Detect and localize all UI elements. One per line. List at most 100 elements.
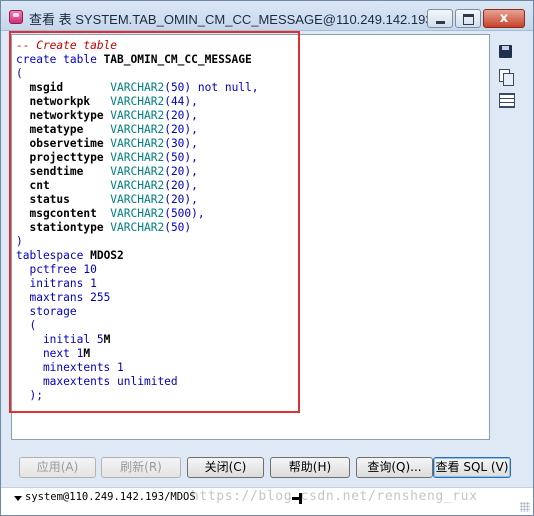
code-token: next (16, 347, 77, 360)
code-token: status (16, 193, 111, 206)
title-bar[interactable]: 查看 表 SYSTEM.TAB_OMIN_CM_CC_MESSAGE@110.2… (1, 1, 533, 31)
code-line: storage (16, 305, 259, 319)
close-icon: x (499, 11, 509, 26)
code-token: VARCHAR2 (110, 137, 165, 150)
table-view-icon (9, 10, 23, 24)
minimize-button[interactable] (427, 9, 453, 28)
code-token: ( (164, 81, 171, 94)
code-line: tablespace MDOS2 (16, 249, 259, 263)
code-token: VARCHAR2 (110, 81, 165, 94)
dropdown-arrow-icon[interactable] (14, 496, 22, 501)
code-token: VARCHAR2 (110, 95, 165, 108)
code-line: msgcontent VARCHAR2(500), (16, 207, 259, 221)
code-token: 50 (170, 81, 185, 94)
code-token: VARCHAR2 (110, 123, 165, 136)
code-token: ), (184, 193, 198, 206)
code-token: ( (164, 109, 171, 122)
code-token: ( (164, 221, 171, 234)
code-line: ) (16, 235, 259, 249)
code-token: VARCHAR2 (110, 193, 165, 206)
code-line: status VARCHAR2(20), (16, 193, 259, 207)
code-token: create table (16, 53, 104, 66)
copy-icon[interactable] (497, 67, 515, 86)
code-line: ( (16, 67, 259, 81)
code-token: projecttype (16, 151, 111, 164)
code-token: 255 (90, 291, 111, 304)
code-token: metatype (16, 123, 111, 136)
save-icon[interactable] (497, 43, 515, 61)
table-view-window: 查看 表 SYSTEM.TAB_OMIN_CM_CC_MESSAGE@110.2… (0, 0, 534, 516)
code-token: 50 (170, 151, 185, 164)
close-window-button[interactable]: x (483, 9, 525, 28)
code-token: msgid (16, 81, 111, 94)
connection-status: system@110.249.142.193/MDOS (25, 491, 196, 503)
code-token: VARCHAR2 (110, 151, 165, 164)
code-token: networkpk (16, 95, 111, 108)
code-line: projecttype VARCHAR2(50), (16, 151, 259, 165)
code-token: ), (184, 165, 198, 178)
code-line: msgid VARCHAR2(50) not null, (16, 81, 258, 95)
code-token: 20 (170, 123, 185, 136)
code-token: ), (184, 179, 198, 192)
window-title: 查看 表 SYSTEM.TAB_OMIN_CM_CC_MESSAGE@110.2… (29, 12, 448, 27)
code-token: ( (164, 165, 171, 178)
code-line: networktype VARCHAR2(20), (16, 109, 259, 123)
grid-icon[interactable] (497, 91, 515, 109)
code-token: cnt (16, 179, 111, 192)
query-button[interactable]: 查询(Q)... (356, 457, 433, 478)
code-line: -- Create table (16, 39, 259, 53)
code-line: create table TAB_OMIN_CM_CC_MESSAGE (16, 53, 259, 67)
code-line: maxtrans 255 (16, 291, 259, 305)
code-token: 20 (170, 179, 185, 192)
refresh-button[interactable]: 刷新(R) (101, 457, 181, 478)
code-line: ( (16, 319, 259, 333)
code-token: 500 (170, 207, 192, 220)
sql-code: -- Create table create table TAB_OMIN_CM_… (16, 39, 259, 403)
code-token: ( (164, 123, 171, 136)
code-line: minextents 1 (16, 361, 259, 375)
code-token: ) (184, 221, 192, 234)
code-token: maxtrans (16, 291, 91, 304)
sql-editor[interactable]: -- Create table create table TAB_OMIN_CM_… (11, 34, 490, 440)
code-token: networktype (16, 109, 111, 122)
code-token: VARCHAR2 (110, 207, 165, 220)
code-token: 44 (170, 95, 185, 108)
code-line: ); (16, 389, 259, 403)
code-token: initrans (16, 277, 91, 290)
code-token: 1 (117, 361, 124, 374)
code-token: 20 (170, 193, 185, 206)
code-token: ( (164, 179, 171, 192)
code-line: initrans 1 (16, 277, 259, 291)
code-token: TAB_OMIN_CM_CC_MESSAGE (103, 53, 252, 66)
code-token: ) (16, 235, 23, 248)
code-line: initial 5M (16, 333, 259, 347)
code-token: 5 (96, 333, 104, 346)
code-token: M (103, 333, 111, 346)
code-line: stationtype VARCHAR2(50) (16, 221, 259, 235)
pin-icon[interactable] (291, 493, 303, 504)
code-token: MDOS2 (90, 249, 124, 262)
code-line: maxextents unlimited (16, 375, 259, 389)
code-token: ), (191, 207, 205, 220)
code-token: -- Create table (16, 39, 118, 52)
code-token: VARCHAR2 (110, 221, 165, 234)
resize-grip-icon[interactable] (520, 502, 530, 512)
maximize-button[interactable] (455, 9, 481, 28)
code-token: M (83, 347, 91, 360)
help-button[interactable]: 帮助(H) (270, 457, 350, 478)
code-token: initial (16, 333, 97, 346)
code-token: ( (164, 193, 171, 206)
button-bar: 应用(A) 刷新(R) 关闭(C) 帮助(H) 查询(Q)... 查看 SQL … (1, 453, 533, 483)
code-token: minextents (16, 361, 118, 374)
code-token: ( (164, 95, 171, 108)
code-token: ), (184, 123, 198, 136)
code-token: storage (16, 305, 77, 318)
code-token: stationtype (16, 221, 111, 234)
apply-button[interactable]: 应用(A) (19, 457, 96, 478)
view-sql-button[interactable]: 查看 SQL (V) (433, 457, 511, 478)
close-button[interactable]: 关闭(C) (187, 457, 264, 478)
code-token: ); (16, 389, 43, 402)
code-token: ( (16, 67, 23, 80)
code-line: next 1M (16, 347, 259, 361)
code-token: VARCHAR2 (110, 179, 165, 192)
